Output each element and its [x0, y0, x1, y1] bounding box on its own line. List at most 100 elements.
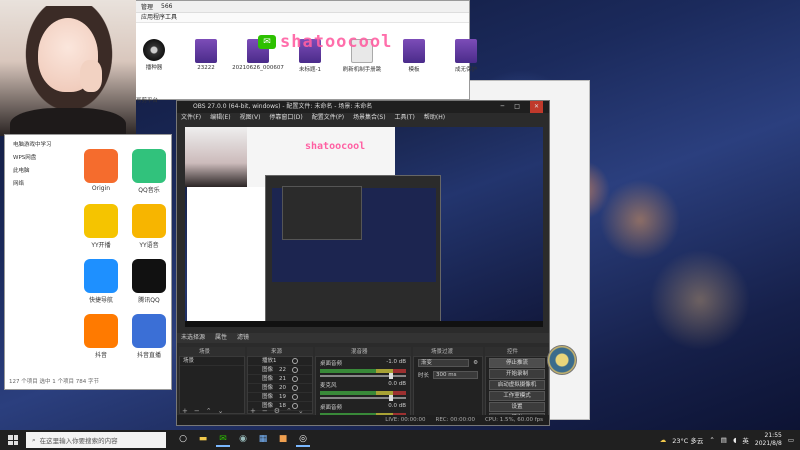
clock[interactable]: 21:55 2021/8/8 — [755, 432, 782, 448]
notification-icon[interactable]: ▭ — [788, 436, 794, 444]
no-source-label: 未选择源 — [181, 334, 206, 341]
sources-list[interactable]: 播放1 图像 22 图像 21 图像 20 图像 19 图像 18 — [247, 356, 313, 414]
source-row[interactable]: 播放1 — [248, 357, 312, 366]
start-button[interactable] — [0, 430, 26, 450]
control-button[interactable]: 工作室模式 — [489, 391, 545, 401]
task-view-icon[interactable]: ○ — [176, 433, 190, 447]
scenes-dock-title: 场景 — [179, 347, 245, 356]
mixer-channel[interactable]: 麦克风 0.0 dB — [316, 379, 410, 401]
menu-item[interactable]: 工具(T) — [395, 113, 415, 123]
slider-handle[interactable] — [388, 395, 393, 401]
source-row[interactable]: 图像 22 — [248, 366, 312, 375]
gear-icon[interactable]: ⚙ — [473, 360, 478, 366]
eye-icon[interactable] — [292, 385, 298, 391]
tab-566[interactable]: 566 — [161, 3, 172, 10]
wechat-taskbar-icon[interactable]: ✉ — [216, 433, 230, 447]
control-button[interactable]: 停止推流 — [489, 358, 545, 368]
app-shortcut[interactable]: 快捷导航 — [77, 259, 125, 304]
remove-scene-icon[interactable]: − — [194, 407, 200, 415]
source-row[interactable]: 图像 20 — [248, 384, 312, 393]
add-scene-icon[interactable]: + — [182, 407, 188, 415]
preview-watermark: shatoocool — [305, 141, 366, 152]
store-icon[interactable]: ▦ — [256, 433, 270, 447]
obs-window[interactable]: OBS 27.0.0 (64-bit, windows) - 配置文件: 未命名… — [176, 100, 550, 426]
menu-item[interactable]: 配置文件(P) — [312, 113, 344, 123]
weather-text[interactable]: 23°C 多云 — [672, 435, 703, 445]
remove-source-icon[interactable]: − — [262, 407, 268, 415]
game-icon[interactable]: ■ — [276, 433, 290, 447]
volume-slider[interactable] — [320, 395, 406, 401]
source-row[interactable]: 图像 21 — [248, 375, 312, 384]
menu-item[interactable]: 视图(V) — [240, 113, 261, 123]
controls-panel[interactable]: 停止推流开始录制启动虚拟摄像机工作室模式设置退出 — [485, 356, 549, 423]
menu-item[interactable]: 场景集合(S) — [353, 113, 386, 123]
obs-taskbar-icon[interactable]: ◎ — [296, 433, 310, 447]
steam-icon[interactable]: ◉ — [236, 433, 250, 447]
menu-item[interactable]: 编辑(E) — [210, 113, 230, 123]
network-icon[interactable]: ▤ — [721, 436, 727, 444]
app-shortcut[interactable]: QQ音乐 — [125, 149, 173, 194]
nav-item[interactable]: 电脑游戏中学习 — [13, 139, 52, 152]
transitions-panel[interactable]: 渐变 ⚙ 时长 300 ms — [413, 356, 483, 420]
tab-manage[interactable]: 管理 — [141, 2, 153, 11]
audio-mixer[interactable]: 桌面音频 -1.0 dB 麦克风 0.0 dB 桌面音频 0.0 dB — [315, 356, 411, 423]
volume-meter — [320, 391, 406, 395]
slider-handle[interactable] — [388, 373, 393, 379]
nav-item[interactable]: 网络 — [13, 178, 52, 191]
menu-item[interactable]: 帮助(H) — [424, 113, 445, 123]
app-shortcut[interactable]: 抖音直播 — [125, 314, 173, 359]
app-shortcut[interactable]: YY开播 — [77, 204, 125, 249]
file-item[interactable]: 23222 — [185, 39, 227, 73]
file-explorer-icon[interactable]: ▬ — [196, 433, 210, 447]
obs-title: OBS 27.0.0 (64-bit, windows) - 配置文件: 未命名… — [193, 103, 373, 110]
nav-item[interactable]: 此电脑 — [13, 165, 52, 178]
file-item[interactable]: 模板 — [393, 39, 435, 73]
source-down-icon[interactable]: ⌄ — [298, 407, 304, 415]
maximize-icon[interactable]: □ — [514, 101, 520, 113]
obs-preview[interactable]: shatoocool — [185, 127, 543, 327]
add-source-icon[interactable]: + — [250, 407, 256, 415]
scenes-list[interactable]: 场景 — [179, 356, 245, 414]
preview-taskbar — [185, 321, 543, 327]
app-shortcut[interactable]: 腾讯QQ — [125, 259, 173, 304]
source-settings-icon[interactable]: ⚙ — [274, 407, 280, 415]
eye-icon[interactable] — [292, 358, 298, 364]
obs-titlebar[interactable]: OBS 27.0.0 (64-bit, windows) - 配置文件: 未命名… — [177, 101, 549, 113]
file-item[interactable]: 成无保护 — [445, 39, 487, 73]
explorer-window-left[interactable]: 电脑游戏中学习 WPS网盘 此电脑 网络 Origin QQ音乐 YY开播 YY语音 快捷导航… — [4, 134, 172, 390]
move-up-icon[interactable]: ⌃ — [206, 407, 212, 415]
menu-item[interactable]: 停靠窗口(D) — [269, 113, 302, 123]
mixer-channel[interactable]: 桌面音频 -1.0 dB — [316, 357, 410, 379]
weather-icon[interactable]: ☁ — [660, 436, 667, 444]
filters-button[interactable]: 滤镜 — [237, 333, 249, 343]
app-shortcut[interactable]: 抖音 — [77, 314, 125, 359]
close-icon[interactable]: ✕ — [529, 101, 543, 113]
volume-icon[interactable]: ◖ — [733, 436, 736, 444]
duration-input[interactable]: 300 ms — [433, 371, 478, 379]
minimize-icon[interactable]: ─ — [501, 101, 505, 113]
properties-button[interactable]: 属性 — [215, 333, 227, 343]
channel-db: 0.0 dB — [388, 403, 406, 409]
file-item[interactable]: 播种器 — [133, 39, 175, 73]
nav-item[interactable]: WPS网盘 — [13, 152, 52, 165]
app-shortcut[interactable]: Origin — [77, 149, 125, 194]
control-button[interactable]: 设置 — [489, 402, 545, 412]
source-row[interactable]: 图像 19 — [248, 393, 312, 402]
eye-icon[interactable] — [292, 394, 298, 400]
preview-obs-nested — [282, 186, 362, 240]
source-up-icon[interactable]: ⌃ — [286, 407, 292, 415]
move-down-icon[interactable]: ⌄ — [218, 407, 224, 415]
eye-icon[interactable] — [292, 367, 298, 373]
tray-chevron-icon[interactable]: ⌃ — [709, 436, 714, 444]
control-button[interactable]: 开始录制 — [489, 369, 545, 379]
scene-row[interactable]: 场景 — [180, 357, 244, 366]
volume-slider[interactable] — [320, 373, 406, 379]
ribbon-app-tools[interactable]: 应用程序工具 — [141, 14, 177, 21]
app-shortcut[interactable]: YY语音 — [125, 204, 173, 249]
menu-item[interactable]: 文件(F) — [181, 113, 201, 123]
control-button[interactable]: 启动虚拟摄像机 — [489, 380, 545, 390]
ime-indicator[interactable]: 英 — [742, 435, 749, 445]
eye-icon[interactable] — [292, 376, 298, 382]
taskbar-search[interactable]: ⌕ 在这里输入你要搜索的内容 — [26, 432, 166, 448]
transition-select[interactable]: 渐变 — [418, 359, 470, 367]
